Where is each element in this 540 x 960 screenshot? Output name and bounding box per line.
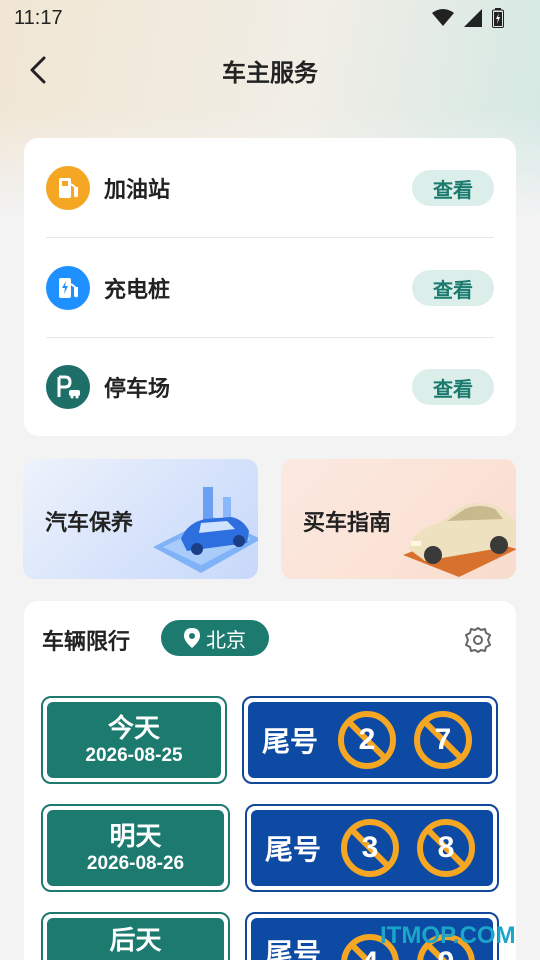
day-name: 后天 — [109, 925, 162, 955]
back-arrow-icon — [30, 56, 46, 84]
day-name: 今天 — [107, 713, 160, 743]
view-gas-station-button[interactable]: 查看 — [412, 170, 494, 206]
signal-icon — [464, 9, 482, 27]
plate-restriction-today: 尾号 2 7 — [242, 696, 498, 784]
city-name: 北京 — [206, 629, 246, 652]
city-selector[interactable]: 北京 — [161, 620, 269, 656]
day-date: 2026-08-26 — [86, 853, 185, 874]
location-pin-icon — [184, 628, 200, 648]
plate-restriction-tomorrow: 尾号 3 8 — [245, 804, 499, 892]
digit: 7 — [434, 723, 452, 756]
watermark: ITMOP.COM — [380, 922, 516, 949]
restricted-digit: 2 — [336, 709, 398, 771]
service-row-parking[interactable]: 停车场 查看 — [46, 337, 494, 437]
day-tomorrow: 明天 2026-08-26 — [41, 804, 230, 892]
banner-label: 买车指南 — [303, 510, 392, 535]
status-bar: 11:17 — [0, 0, 540, 36]
restricted-digit: 7 — [412, 709, 474, 771]
service-row-gas-station[interactable]: 加油站 查看 — [46, 138, 494, 238]
page-title: 车主服务 — [222, 59, 318, 87]
service-row-charging-pile[interactable]: 充电桩 查看 — [46, 238, 494, 338]
plate-label: 尾号 — [265, 834, 322, 865]
day-today: 今天 2026-08-25 — [41, 696, 227, 784]
car-maintenance-illustration — [153, 487, 258, 573]
view-parking-button[interactable]: 查看 — [412, 369, 494, 405]
banner-label: 汽车保养 — [45, 510, 134, 535]
digit: 3 — [361, 831, 379, 864]
vehicle-restriction-card: 车辆限行 北京 今天 2026-08-25 尾号 2 7 明天 2026-08-… — [24, 601, 516, 960]
status-icons — [432, 8, 504, 28]
day-after-tomorrow: 后天 — [41, 912, 230, 960]
restricted-digit: 3 — [339, 817, 401, 879]
day-date: 2026-08-25 — [85, 745, 183, 766]
car-maintenance-banner[interactable]: 汽车保养 — [23, 459, 258, 579]
services-card: 加油站 查看 充电桩 查看 停车场 查看 — [24, 138, 516, 436]
service-label: 加油站 — [104, 177, 171, 202]
car-buying-guide-banner[interactable]: 买车指南 — [281, 459, 516, 579]
car-buying-illustration — [403, 503, 516, 577]
plate-label: 尾号 — [262, 726, 319, 757]
battery-icon — [492, 8, 504, 28]
day-name: 明天 — [109, 821, 162, 851]
back-button[interactable] — [20, 52, 56, 88]
charging-pile-icon — [46, 266, 90, 310]
service-label: 充电桩 — [104, 277, 171, 302]
parking-icon — [46, 365, 90, 409]
header: 车主服务 — [0, 44, 540, 96]
wifi-icon — [432, 9, 454, 26]
gas-station-icon — [46, 166, 90, 210]
digit: 2 — [358, 723, 376, 756]
plate-label: 尾号 — [265, 938, 322, 960]
view-charging-pile-button[interactable]: 查看 — [412, 270, 494, 306]
restricted-digit: 8 — [415, 817, 477, 879]
status-time: 11:17 — [14, 6, 63, 29]
digit: 8 — [437, 831, 455, 864]
restriction-title: 车辆限行 — [42, 629, 131, 654]
settings-gear-icon[interactable] — [464, 626, 492, 654]
service-label: 停车场 — [104, 376, 171, 401]
